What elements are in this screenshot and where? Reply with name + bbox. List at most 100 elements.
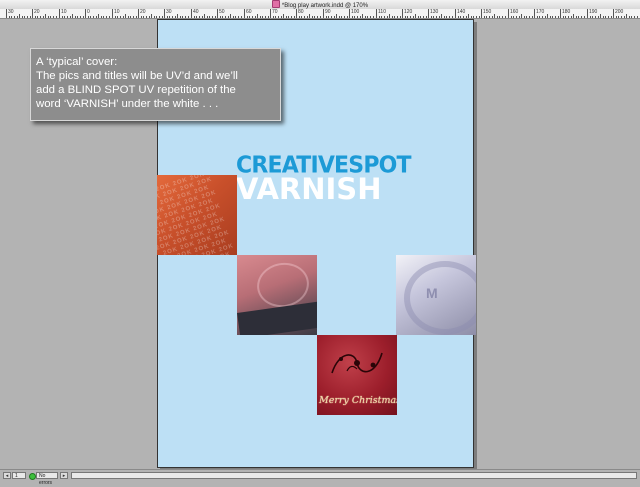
ruler-minor-tick xyxy=(312,16,313,18)
ruler-minor-tick xyxy=(56,16,57,18)
ruler-minor-tick xyxy=(558,16,559,18)
ruler-minor-tick xyxy=(75,16,76,18)
ruler-minor-tick xyxy=(19,14,20,18)
ruler-major-tick xyxy=(270,9,271,18)
ruler-label: 110 xyxy=(378,9,386,15)
ruler-minor-tick xyxy=(62,16,63,18)
ruler-minor-tick xyxy=(618,16,619,18)
ruler-minor-tick xyxy=(410,16,411,18)
ruler-minor-tick xyxy=(505,16,506,18)
ruler-minor-tick xyxy=(584,16,585,18)
ruler-minor-tick xyxy=(103,16,104,18)
open-preflight-button[interactable]: ▸ xyxy=(60,472,68,479)
ruler-minor-tick xyxy=(360,16,361,18)
ruler-minor-tick xyxy=(571,16,572,18)
ruler-minor-tick xyxy=(444,16,445,18)
page-number-field[interactable]: 1 xyxy=(12,472,26,479)
ruler-major-tick xyxy=(428,9,429,18)
ruler-minor-tick xyxy=(207,16,208,18)
ruler-minor-tick xyxy=(301,16,302,18)
ruler-minor-tick xyxy=(637,16,638,18)
ruler-minor-tick xyxy=(600,14,601,18)
ruler-minor-tick xyxy=(484,16,485,18)
ruler-minor-tick xyxy=(511,16,512,18)
annotation-callout[interactable]: A ‘typical’ cover: The pics and titles w… xyxy=(30,48,281,121)
ruler-minor-tick xyxy=(9,16,10,18)
ruler-minor-tick xyxy=(573,14,574,18)
ruler-minor-tick xyxy=(370,16,371,18)
ruler-minor-tick xyxy=(128,16,129,18)
photo-red-christmas-card[interactable]: Merry Christmas xyxy=(317,335,397,415)
ruler-minor-tick xyxy=(238,16,239,18)
ruler-minor-tick xyxy=(67,16,68,18)
ruler-minor-tick xyxy=(423,16,424,18)
ruler-minor-tick xyxy=(463,16,464,18)
ruler-minor-tick xyxy=(215,16,216,18)
ruler-minor-tick xyxy=(11,16,12,18)
ruler-label: 50 xyxy=(219,9,225,15)
ruler-minor-tick xyxy=(120,16,121,18)
horizontal-ruler[interactable]: 30 20 10 0 10 20 30 40 50 60 70 80 90 100 110 120 130 140… xyxy=(0,9,640,19)
ruler-minor-tick xyxy=(362,14,363,18)
ruler-minor-tick xyxy=(392,16,393,18)
ruler-major-tick xyxy=(560,9,561,18)
ruler-minor-tick xyxy=(611,16,612,18)
ruler-label: 20 xyxy=(34,9,40,15)
photo-orange-embossed-card[interactable]: 2OK 2OK 2OK 2OK 2OK 2OK 2OK 2OK 2OK 2OK … xyxy=(157,175,237,255)
ruler-minor-tick xyxy=(281,16,282,18)
ruler-minor-tick xyxy=(320,16,321,18)
preflight-status-icon[interactable] xyxy=(29,473,36,480)
ruler-minor-tick xyxy=(220,16,221,18)
ruler-minor-tick xyxy=(373,16,374,18)
ruler-major-tick xyxy=(613,9,614,18)
ruler-minor-tick xyxy=(634,16,635,18)
ruler-minor-tick xyxy=(199,16,200,18)
ruler-minor-tick xyxy=(125,14,126,18)
ruler-minor-tick xyxy=(167,16,168,18)
ruler-major-tick xyxy=(112,9,113,18)
ruler-major-tick xyxy=(164,9,165,18)
horizontal-scrollbar[interactable] xyxy=(71,472,637,479)
ruler-minor-tick xyxy=(106,16,107,18)
ruler-major-tick xyxy=(244,9,245,18)
photo-lilac-embossed-card[interactable]: M xyxy=(396,255,476,335)
ruler-minor-tick xyxy=(257,14,258,18)
ruler-major-tick xyxy=(587,9,588,18)
first-page-button[interactable]: ◂ xyxy=(3,472,11,479)
ruler-minor-tick xyxy=(241,16,242,18)
ruler-minor-tick xyxy=(352,16,353,18)
ruler-minor-tick xyxy=(50,16,51,18)
ruler-minor-tick xyxy=(629,16,630,18)
ruler-minor-tick xyxy=(365,16,366,18)
ruler-minor-tick xyxy=(35,16,36,18)
ruler-minor-tick xyxy=(24,16,25,18)
ruler-minor-tick xyxy=(334,16,335,18)
ruler-minor-tick xyxy=(278,16,279,18)
ruler-minor-tick xyxy=(433,16,434,18)
ruler-minor-tick xyxy=(304,16,305,18)
ruler-minor-tick xyxy=(209,16,210,18)
ruler-minor-tick xyxy=(471,16,472,18)
ruler-minor-tick xyxy=(473,16,474,18)
callout-line: add a BLIND SPOT UV repetition of the xyxy=(36,84,236,96)
ruler-minor-tick xyxy=(133,16,134,18)
ruler-major-tick xyxy=(349,9,350,18)
photo-pink-embossed-card[interactable] xyxy=(237,255,317,335)
preflight-errors-label[interactable]: No errors xyxy=(36,472,58,486)
ruler-minor-tick xyxy=(27,16,28,18)
ruler-minor-tick xyxy=(608,16,609,18)
ruler-label: 190 xyxy=(589,9,598,15)
ruler-major-tick xyxy=(138,9,139,18)
ruler-minor-tick xyxy=(169,16,170,18)
ruler-minor-tick xyxy=(336,14,337,18)
ruler-minor-tick xyxy=(194,16,195,18)
ruler-minor-tick xyxy=(532,16,533,18)
ruler-minor-tick xyxy=(357,16,358,18)
ruler-minor-tick xyxy=(40,16,41,18)
ruler-minor-tick xyxy=(418,16,419,18)
ruler-minor-tick xyxy=(291,16,292,18)
brand-wordmark-varnish[interactable]: VARNISH xyxy=(236,173,406,205)
ruler-label: 70 xyxy=(272,9,278,15)
ruler-minor-tick xyxy=(77,16,78,18)
ruler-minor-tick xyxy=(222,16,223,18)
